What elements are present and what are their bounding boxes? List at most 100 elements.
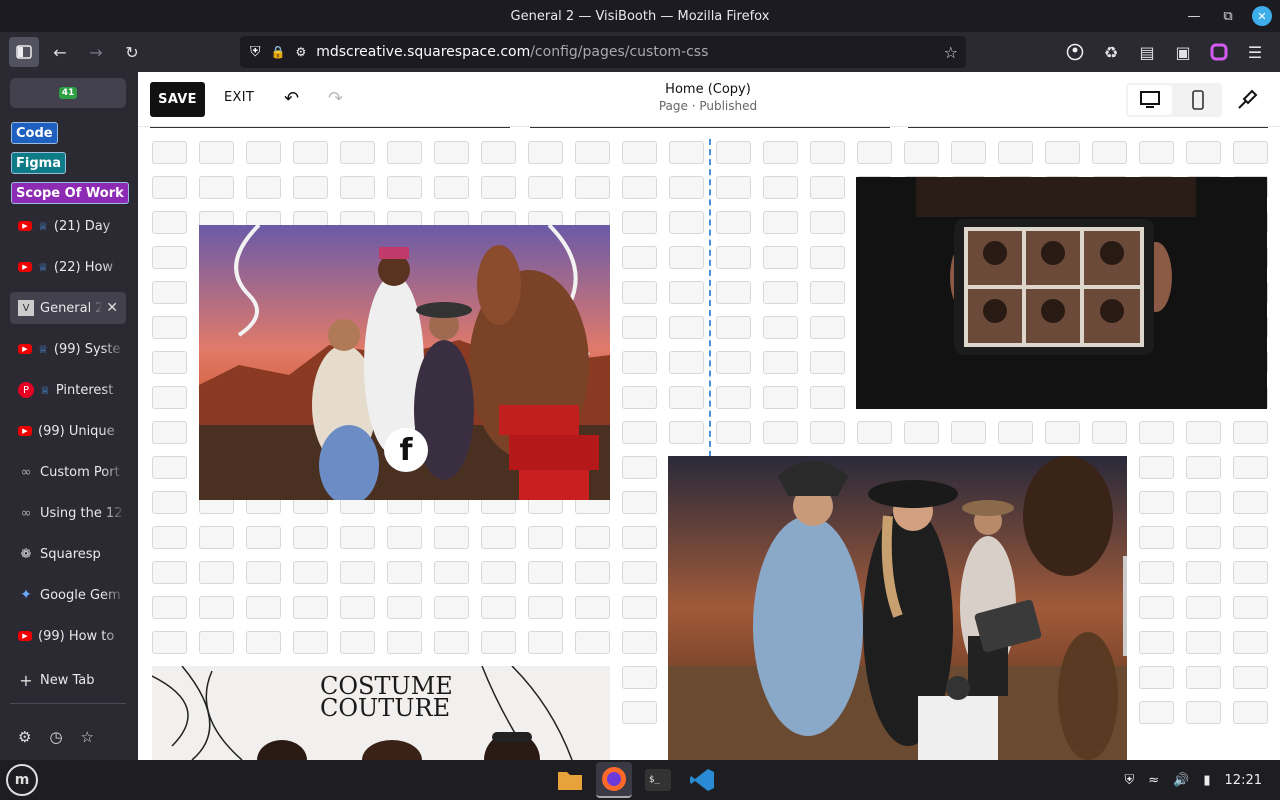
shield-icon[interactable]: ⛨ [250,44,261,60]
url-text[interactable]: mdscreative.squarespace.com/config/pages… [316,44,708,60]
bookmark-star-icon[interactable]: ☆ [944,43,958,62]
reader-view-icon[interactable]: ▣ [1168,37,1198,67]
desktop-view-button[interactable] [1128,85,1172,115]
sidebar-tab[interactable]: ✦ Google Gem [10,579,126,611]
terminal-app-icon[interactable]: $_ [640,762,676,798]
grid-cell [810,316,845,339]
grid-cell [434,176,469,199]
url-bar[interactable]: ⛨ 🔒 ⚙ mdscreative.squarespace.com/config… [240,36,966,68]
mint-menu-icon[interactable]: m [6,764,38,796]
grid-cell [246,561,281,584]
forward-button[interactable]: → [81,37,111,67]
site-styles-brush-icon[interactable] [1236,87,1260,115]
clock[interactable]: 12:21 [1225,773,1262,788]
reload-button[interactable]: ↻ [117,37,147,67]
hamburger-menu-icon[interactable]: ☰ [1240,37,1270,67]
tab-group-scope-of-work[interactable]: Scope Of Work [11,182,129,204]
close-window-button[interactable]: ✕ [1252,6,1272,26]
extensions-icon[interactable]: ♻ [1096,37,1126,67]
grid-cell [1139,561,1174,584]
exit-button[interactable]: EXIT [224,90,254,105]
extension-badge-button[interactable]: 41 [10,78,126,108]
library-icon[interactable]: ▤ [1132,37,1162,67]
sidebar-tab[interactable]: ▶ ♕ (22) How [10,251,126,283]
firefox-app-icon[interactable] [596,762,632,798]
sidebar-tab[interactable]: ▶ ♕ (21) Day [10,210,126,242]
facebook-icon[interactable]: f [384,428,428,472]
grid-cell [481,526,516,549]
visibooth-icon: V [18,300,34,316]
grid-cell [669,281,704,304]
grid-cell [481,141,516,164]
battery-icon[interactable]: ▮ [1203,773,1210,788]
grid-cell [340,176,375,199]
pin-icon: ♕ [40,383,50,397]
grid-cell [575,176,610,199]
desktop-icon [1140,91,1160,108]
grid-cell [387,176,422,199]
security-shield-icon[interactable]: ⛨ [1125,773,1135,788]
grid-cell [528,176,563,199]
grid-cell [763,141,798,164]
grid-cell [199,176,234,199]
grid-cell [152,281,187,304]
vscode-app-icon[interactable] [684,762,720,798]
volume-icon[interactable]: 🔊 [1173,773,1189,788]
sidebar-tab[interactable]: ∞ Custom Port [10,456,126,488]
permissions-icon[interactable]: ⚙ [295,45,306,59]
cowboy-photobooth-image[interactable]: f [199,225,610,500]
sidebar-tab-active[interactable]: V General 2 ✕ [10,292,126,324]
section-divider [150,127,510,128]
grid-cell [810,386,845,409]
pin-icon: ♕ [38,342,48,356]
settings-icon[interactable]: ⚙ [18,728,31,746]
sidebar-tab[interactable]: ▶ (99) Unique [10,415,126,447]
tablet-gallery-image[interactable] [856,177,1267,409]
lock-icon[interactable]: 🔒 [271,45,286,59]
grid-cell [951,141,986,164]
grid-cell [246,596,281,619]
grid-cell [387,526,422,549]
bookmarks-star-icon[interactable]: ☆ [81,728,94,746]
os-taskbar: m $_ ⛨ ≈ 🔊 ▮ 12:21 [0,760,1280,800]
grid-cell [716,141,751,164]
back-button[interactable]: ← [45,37,75,67]
grid-cell [199,141,234,164]
history-icon[interactable]: ◷ [49,728,62,746]
page-content: SAVE EXIT ↶ ↷ Home (Copy) Page · Publish… [138,72,1280,760]
redo-icon[interactable]: ↷ [328,88,343,109]
grid-cell [434,596,469,619]
save-button[interactable]: SAVE [150,82,205,117]
minimize-button[interactable]: — [1184,6,1204,26]
grid-cell [152,351,187,374]
pinterest-icon: P [18,382,34,398]
close-tab-icon[interactable]: ✕ [106,300,118,316]
youtube-icon: ▶ [18,262,32,272]
sidebar-tab[interactable]: ▶ ♕ (99) Syste [10,333,126,365]
new-tab-button[interactable]: + New Tab [10,664,126,696]
account-icon[interactable] [1060,37,1090,67]
maximize-button[interactable]: ⧉ [1218,6,1238,26]
files-app-icon[interactable] [552,762,588,798]
wifi-icon[interactable]: ≈ [1148,773,1159,788]
photobooth-event-image[interactable] [668,456,1127,760]
sidebar-tab[interactable]: ∞ Using the 12 [10,497,126,529]
mobile-view-button[interactable] [1176,85,1220,115]
sidebar-tab[interactable]: ▶ (99) How to [10,620,126,652]
grid-cell [763,351,798,374]
grid-cell [1186,631,1221,654]
tab-group-code[interactable]: Code [11,122,58,144]
grid-cell [293,176,328,199]
tab-group-figma[interactable]: Figma [11,152,66,174]
grid-cell [1186,561,1221,584]
grid-cell [810,211,845,234]
grid-cell [152,596,187,619]
grid-cell [622,701,657,724]
sidebar-tab[interactable]: ❁ Squaresp [10,538,126,570]
sidebar-tab[interactable]: P ♕ Pinterest [10,374,126,406]
color-extension-icon[interactable] [1204,37,1234,67]
costume-couture-image[interactable]: COSTUME COUTURE [152,666,610,760]
undo-icon[interactable]: ↶ [284,88,299,109]
sidebar-toggle-button[interactable] [9,37,39,67]
youtube-icon: ▶ [18,221,32,231]
